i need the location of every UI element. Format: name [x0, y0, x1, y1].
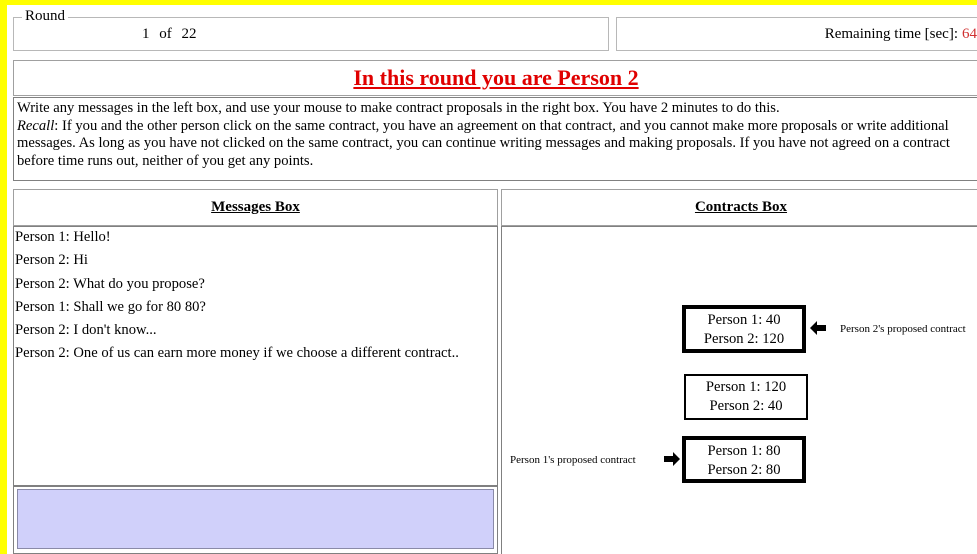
person1-proposal-label: Person 1's proposed contract [510, 454, 636, 466]
round-total: 22 [181, 26, 197, 42]
contract-option-120-40[interactable]: Person 1: 120 Person 2: 40 [684, 374, 808, 420]
contract-person2-value: Person 2: 80 [707, 462, 781, 478]
contract-option-80-80[interactable]: Person 1: 80 Person 2: 80 [682, 436, 806, 483]
message-item: Person 2: One of us can earn more money … [15, 345, 459, 362]
instructions-line1: Write any messages in the left box, and … [17, 100, 780, 116]
timer-value: 64 [962, 26, 977, 42]
contract-person2-value: Person 2: 40 [709, 398, 783, 414]
contract-person2-value: Person 2: 120 [703, 331, 785, 347]
instructions-panel: Write any messages in the left box, and … [13, 97, 977, 181]
message-item: Person 2: What do you propose? [15, 275, 205, 292]
round-current: 1 [142, 26, 150, 42]
arrow-left-icon [810, 321, 826, 335]
recall-text: : If you and the other person click on t… [17, 117, 950, 169]
round-of: of [159, 26, 172, 42]
contract-option-40-120[interactable]: Person 1: 40 Person 2: 120 [682, 305, 806, 353]
messages-box-title: Messages Box [211, 199, 300, 215]
contract-person1-value: Person 1: 80 [707, 443, 781, 459]
title-panel: In this round you are Person 2 [13, 60, 977, 96]
timer-panel: Remaining time [sec]: 64 [616, 17, 977, 51]
contracts-box-header: Contracts Box [501, 189, 977, 226]
message-item: Person 2: I don't know... [15, 322, 157, 339]
contracts-box-title: Contracts Box [694, 199, 788, 215]
recall-label: Recall [17, 117, 55, 134]
message-item: Person 1: Shall we go for 80 80? [15, 298, 206, 315]
contract-person1-value: Person 1: 120 [705, 379, 787, 395]
contract-person1-value: Person 1: 40 [707, 312, 781, 328]
message-input[interactable] [17, 489, 494, 549]
round-counter: 1 of 22 [142, 26, 197, 43]
message-input-area [13, 486, 498, 554]
person2-proposal-label: Person 2's proposed contract [840, 323, 966, 335]
timer-label: Remaining time [sec]: [824, 26, 958, 42]
round-legend: Round [22, 8, 69, 25]
messages-list: Person 1: Hello! Person 2: Hi Person 2: … [13, 226, 498, 486]
message-item: Person 2: Hi [15, 252, 88, 269]
arrow-right-icon [664, 452, 680, 466]
page-title: In this round you are Person 2 [353, 65, 639, 90]
experiment-window: Round 1 of 22 Remaining time [sec]: 64 In… [7, 5, 977, 554]
contracts-area: Person 1: 40 Person 2: 120 Person 2's pr… [501, 226, 977, 554]
timer-text: Remaining time [sec]: 64 [825, 26, 977, 43]
messages-box-header: Messages Box [13, 189, 498, 226]
message-item: Person 1: Hello! [15, 229, 111, 245]
round-panel: Round 1 of 22 [13, 8, 609, 51]
